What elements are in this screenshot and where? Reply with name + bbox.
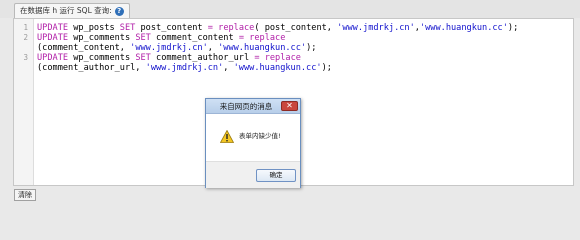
dialog-footer: 确定 bbox=[206, 161, 300, 188]
code-token: UPDATE bbox=[37, 23, 69, 33]
line-number: 3 bbox=[23, 53, 28, 62]
code-token: 'www.jmdrkj.cn' bbox=[145, 63, 224, 73]
code-token: comment_author_url bbox=[150, 53, 255, 63]
line-number-gutter: 1 2 3 bbox=[14, 19, 34, 185]
dialog-titlebar: 来自网页的消息 ✕ bbox=[206, 99, 300, 114]
code-token: , bbox=[207, 43, 219, 53]
code-token: ); bbox=[507, 23, 519, 33]
code-token: 'www.jmdrkj.cn' bbox=[130, 43, 208, 53]
code-token: post_content bbox=[135, 23, 208, 33]
code-token: replace bbox=[264, 53, 301, 63]
code-token: (comment_content, bbox=[37, 43, 131, 53]
dialog-message: 表单内缺少值! bbox=[239, 132, 281, 140]
bottom-strip: 清除 bbox=[0, 187, 580, 203]
tab-strip: 在数据库 h 运行 SQL 查询: ? bbox=[0, 0, 580, 18]
help-icon[interactable]: ? bbox=[114, 6, 124, 16]
dialog-title: 来自网页的消息 bbox=[219, 102, 273, 111]
clear-button[interactable]: 清除 bbox=[14, 189, 36, 201]
dialog-body: 表单内缺少值! bbox=[206, 114, 300, 161]
code-token: 'www.jmdrkj.cn' bbox=[337, 23, 415, 33]
code-token: (comment_author_url, bbox=[37, 63, 146, 73]
code-token: wp_comments bbox=[68, 33, 136, 43]
code-token: ); bbox=[306, 43, 317, 53]
warning-icon bbox=[220, 130, 234, 143]
code-token: replace bbox=[218, 23, 255, 33]
code-line: UPDATE wp_comments SET comment_author_ur… bbox=[37, 53, 569, 63]
code-token: 'www.huangkun.cc' bbox=[419, 23, 508, 33]
code-line: UPDATE wp_posts SET post_content = repla… bbox=[37, 23, 569, 33]
code-token: UPDATE bbox=[37, 33, 69, 43]
code-token: 'www.huangkun.cc' bbox=[218, 43, 307, 53]
line-number: 1 bbox=[23, 23, 28, 32]
code-token: UPDATE bbox=[37, 53, 69, 63]
line-number: 2 bbox=[23, 33, 28, 42]
code-token: , bbox=[223, 63, 234, 73]
code-token: ( post_content, bbox=[254, 23, 338, 33]
code-token: SET bbox=[135, 53, 151, 63]
code-token: replace bbox=[249, 33, 286, 43]
code-line: (comment_content, 'www.jmdrkj.cn', 'www.… bbox=[37, 43, 569, 53]
code-token: wp_posts bbox=[68, 23, 120, 33]
code-line: UPDATE wp_comments SET comment_content =… bbox=[37, 33, 569, 43]
close-icon[interactable]: ✕ bbox=[281, 101, 298, 111]
tab-sql-query[interactable]: 在数据库 h 运行 SQL 查询: ? bbox=[14, 3, 130, 18]
alert-dialog: 来自网页的消息 ✕ 表单内缺少值! 确定 bbox=[205, 98, 301, 188]
code-token: 'www.huangkun.cc' bbox=[233, 63, 322, 73]
code-token: SET bbox=[135, 33, 151, 43]
ok-button[interactable]: 确定 bbox=[256, 169, 296, 182]
code-line: (comment_author_url, 'www.jmdrkj.cn', 'w… bbox=[37, 63, 569, 73]
tab-label: 在数据库 h 运行 SQL 查询: bbox=[20, 6, 112, 15]
code-token: ); bbox=[321, 63, 332, 73]
sql-code[interactable]: UPDATE wp_posts SET post_content = repla… bbox=[37, 23, 569, 73]
code-token: wp_comments bbox=[68, 53, 136, 63]
code-token: SET bbox=[119, 23, 136, 33]
code-token: comment_content bbox=[150, 33, 239, 43]
